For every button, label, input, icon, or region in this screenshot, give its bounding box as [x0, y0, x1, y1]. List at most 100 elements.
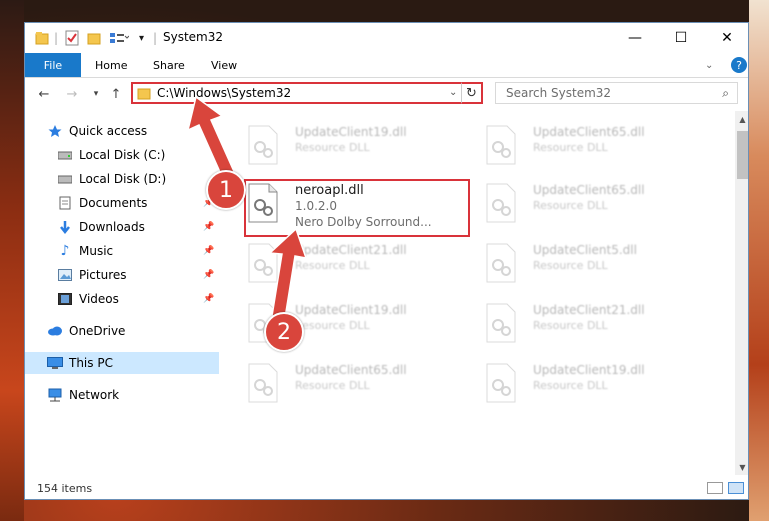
search-icon[interactable]: ⌕: [722, 86, 729, 101]
pin-icon[interactable]: 📌: [203, 246, 214, 256]
dll-file-icon: [486, 243, 516, 283]
sidebar-item-label: Pictures: [79, 268, 127, 282]
scrollbar-thumb[interactable]: [737, 131, 748, 179]
maximize-button[interactable]: ☐: [658, 23, 704, 53]
sidebar-item-local-disk-d[interactable]: Local Disk (D:): [25, 168, 219, 190]
file-description: Resource DLL: [295, 141, 370, 154]
sidebar-item-quick-access[interactable]: Quick access: [25, 120, 219, 142]
music-icon: ♪: [60, 243, 70, 259]
title-bar: | ▾ | System32 — ☐ ✕: [25, 23, 748, 53]
file-name: UpdateClient65.dll: [533, 183, 645, 197]
sidebar-item-label: Network: [69, 388, 120, 402]
sidebar-item-pictures[interactable]: Pictures 📌: [25, 264, 219, 286]
separator: |: [54, 31, 59, 45]
pin-icon[interactable]: 📌: [203, 222, 214, 232]
ribbon-tabs: File Home Share View ⌄ ?: [25, 53, 748, 78]
sidebar-item-local-disk-c[interactable]: Local Disk (C:): [25, 144, 219, 166]
sidebar-item-label: Videos: [79, 292, 119, 306]
tab-view[interactable]: View: [211, 53, 237, 77]
file-tile[interactable]: UpdateClient21.dll Resource DLL: [481, 297, 711, 349]
file-tile[interactable]: UpdateClient65.dll Resource DLL: [481, 177, 711, 229]
videos-icon: [57, 291, 73, 307]
scroll-down-icon[interactable]: ▼: [735, 459, 748, 475]
sidebar-item-downloads[interactable]: Downloads 📌: [25, 216, 219, 238]
step-marker-2: 2: [264, 312, 304, 352]
navigation-bar: ← → ▾ ↑ C:\Windows\System32 ⌄ ↻ Search S…: [25, 79, 748, 109]
close-button[interactable]: ✕: [704, 23, 748, 53]
file-description: Resource DLL: [295, 319, 370, 332]
file-name: UpdateClient19.dll: [533, 363, 645, 377]
up-button[interactable]: ↑: [107, 85, 125, 103]
star-icon: [47, 123, 63, 139]
forward-button[interactable]: →: [63, 85, 81, 103]
file-tile[interactable]: UpdateClient5.dll Resource DLL: [481, 237, 711, 289]
file-name: UpdateClient21.dll: [533, 303, 645, 317]
customize-toolbar-icon[interactable]: ▾: [139, 29, 144, 47]
pin-icon[interactable]: 📌: [203, 294, 214, 304]
folder-icon: [35, 29, 49, 47]
separator: |: [153, 31, 158, 45]
download-icon: [57, 219, 73, 235]
file-name: UpdateClient5.dll: [533, 243, 637, 257]
properties-icon[interactable]: [65, 29, 79, 47]
sidebar-item-documents[interactable]: Documents 📌: [25, 192, 219, 214]
file-tile[interactable]: UpdateClient19.dll Resource DLL: [481, 357, 711, 409]
pin-icon[interactable]: 📌: [203, 270, 214, 280]
drive-icon: [57, 171, 73, 187]
back-button[interactable]: ←: [35, 85, 53, 103]
file-tile[interactable]: UpdateClient65.dll Resource DLL: [481, 119, 711, 171]
file-description: Resource DLL: [533, 319, 608, 332]
highlight-box: [244, 179, 470, 237]
tiles-view-icon[interactable]: [728, 482, 744, 494]
drive-icon: [57, 147, 73, 163]
window-title: System32: [163, 30, 224, 44]
sidebar-item-music[interactable]: ♪ Music 📌: [25, 240, 219, 262]
tab-home[interactable]: Home: [95, 53, 127, 77]
search-box[interactable]: Search System32 ⌕: [495, 82, 738, 104]
dll-file-icon: [248, 363, 278, 403]
sidebar-item-videos[interactable]: Videos 📌: [25, 288, 219, 310]
file-description: Resource DLL: [295, 259, 370, 272]
recent-locations-button[interactable]: ▾: [87, 85, 105, 103]
file-tile[interactable]: UpdateClient65.dll Resource DLL: [243, 357, 473, 409]
dll-file-icon: [486, 303, 516, 343]
sidebar-item-this-pc[interactable]: This PC: [25, 352, 219, 374]
file-tile[interactable]: UpdateClient19.dll Resource DLL: [243, 119, 473, 171]
expand-ribbon-icon[interactable]: ⌄: [705, 53, 713, 77]
sidebar-item-label: This PC: [69, 356, 113, 370]
file-name: UpdateClient19.dll: [295, 125, 407, 139]
sidebar-item-label: Music: [79, 244, 114, 258]
new-folder-icon[interactable]: [87, 29, 101, 47]
refresh-button[interactable]: ↻: [461, 82, 483, 104]
sidebar-item-label: Downloads: [79, 220, 145, 234]
item-count: 154 items: [37, 482, 93, 495]
sidebar-item-onedrive[interactable]: OneDrive: [25, 320, 219, 342]
address-path: C:\Windows\System32: [157, 86, 292, 100]
help-icon[interactable]: ?: [731, 57, 747, 73]
address-bar[interactable]: C:\Windows\System32 ⌄: [131, 82, 483, 104]
chevron-down-icon[interactable]: ⌄: [449, 87, 457, 98]
tab-share[interactable]: Share: [153, 53, 185, 77]
tab-file[interactable]: File: [25, 53, 81, 77]
scroll-up-icon[interactable]: ▲: [735, 111, 748, 127]
dll-file-icon: [248, 243, 278, 283]
file-description: Resource DLL: [533, 259, 608, 272]
file-description: Resource DLL: [533, 379, 608, 392]
sidebar-item-label: Documents: [79, 196, 148, 210]
file-name: UpdateClient19.dll: [295, 303, 407, 317]
file-description: Resource DLL: [295, 379, 370, 392]
file-name: UpdateClient65.dll: [533, 125, 645, 139]
status-bar: 154 items: [25, 477, 748, 499]
file-description: Resource DLL: [533, 141, 608, 154]
file-explorer-window: | ▾ | System32 — ☐ ✕ File Home Share Vie…: [24, 22, 749, 500]
desktop-background-left: [0, 0, 24, 521]
minimize-button[interactable]: —: [612, 23, 658, 53]
file-description: Resource DLL: [533, 199, 608, 212]
details-view-icon[interactable]: [707, 482, 723, 494]
network-icon: [47, 387, 63, 403]
file-tile[interactable]: UpdateClient21.dll Resource DLL: [243, 237, 473, 289]
view-options-icon[interactable]: [109, 29, 129, 47]
vertical-scrollbar[interactable]: ▲ ▼: [735, 111, 748, 475]
sidebar-item-label: Local Disk (C:): [79, 148, 166, 162]
sidebar-item-network[interactable]: Network: [25, 384, 219, 406]
